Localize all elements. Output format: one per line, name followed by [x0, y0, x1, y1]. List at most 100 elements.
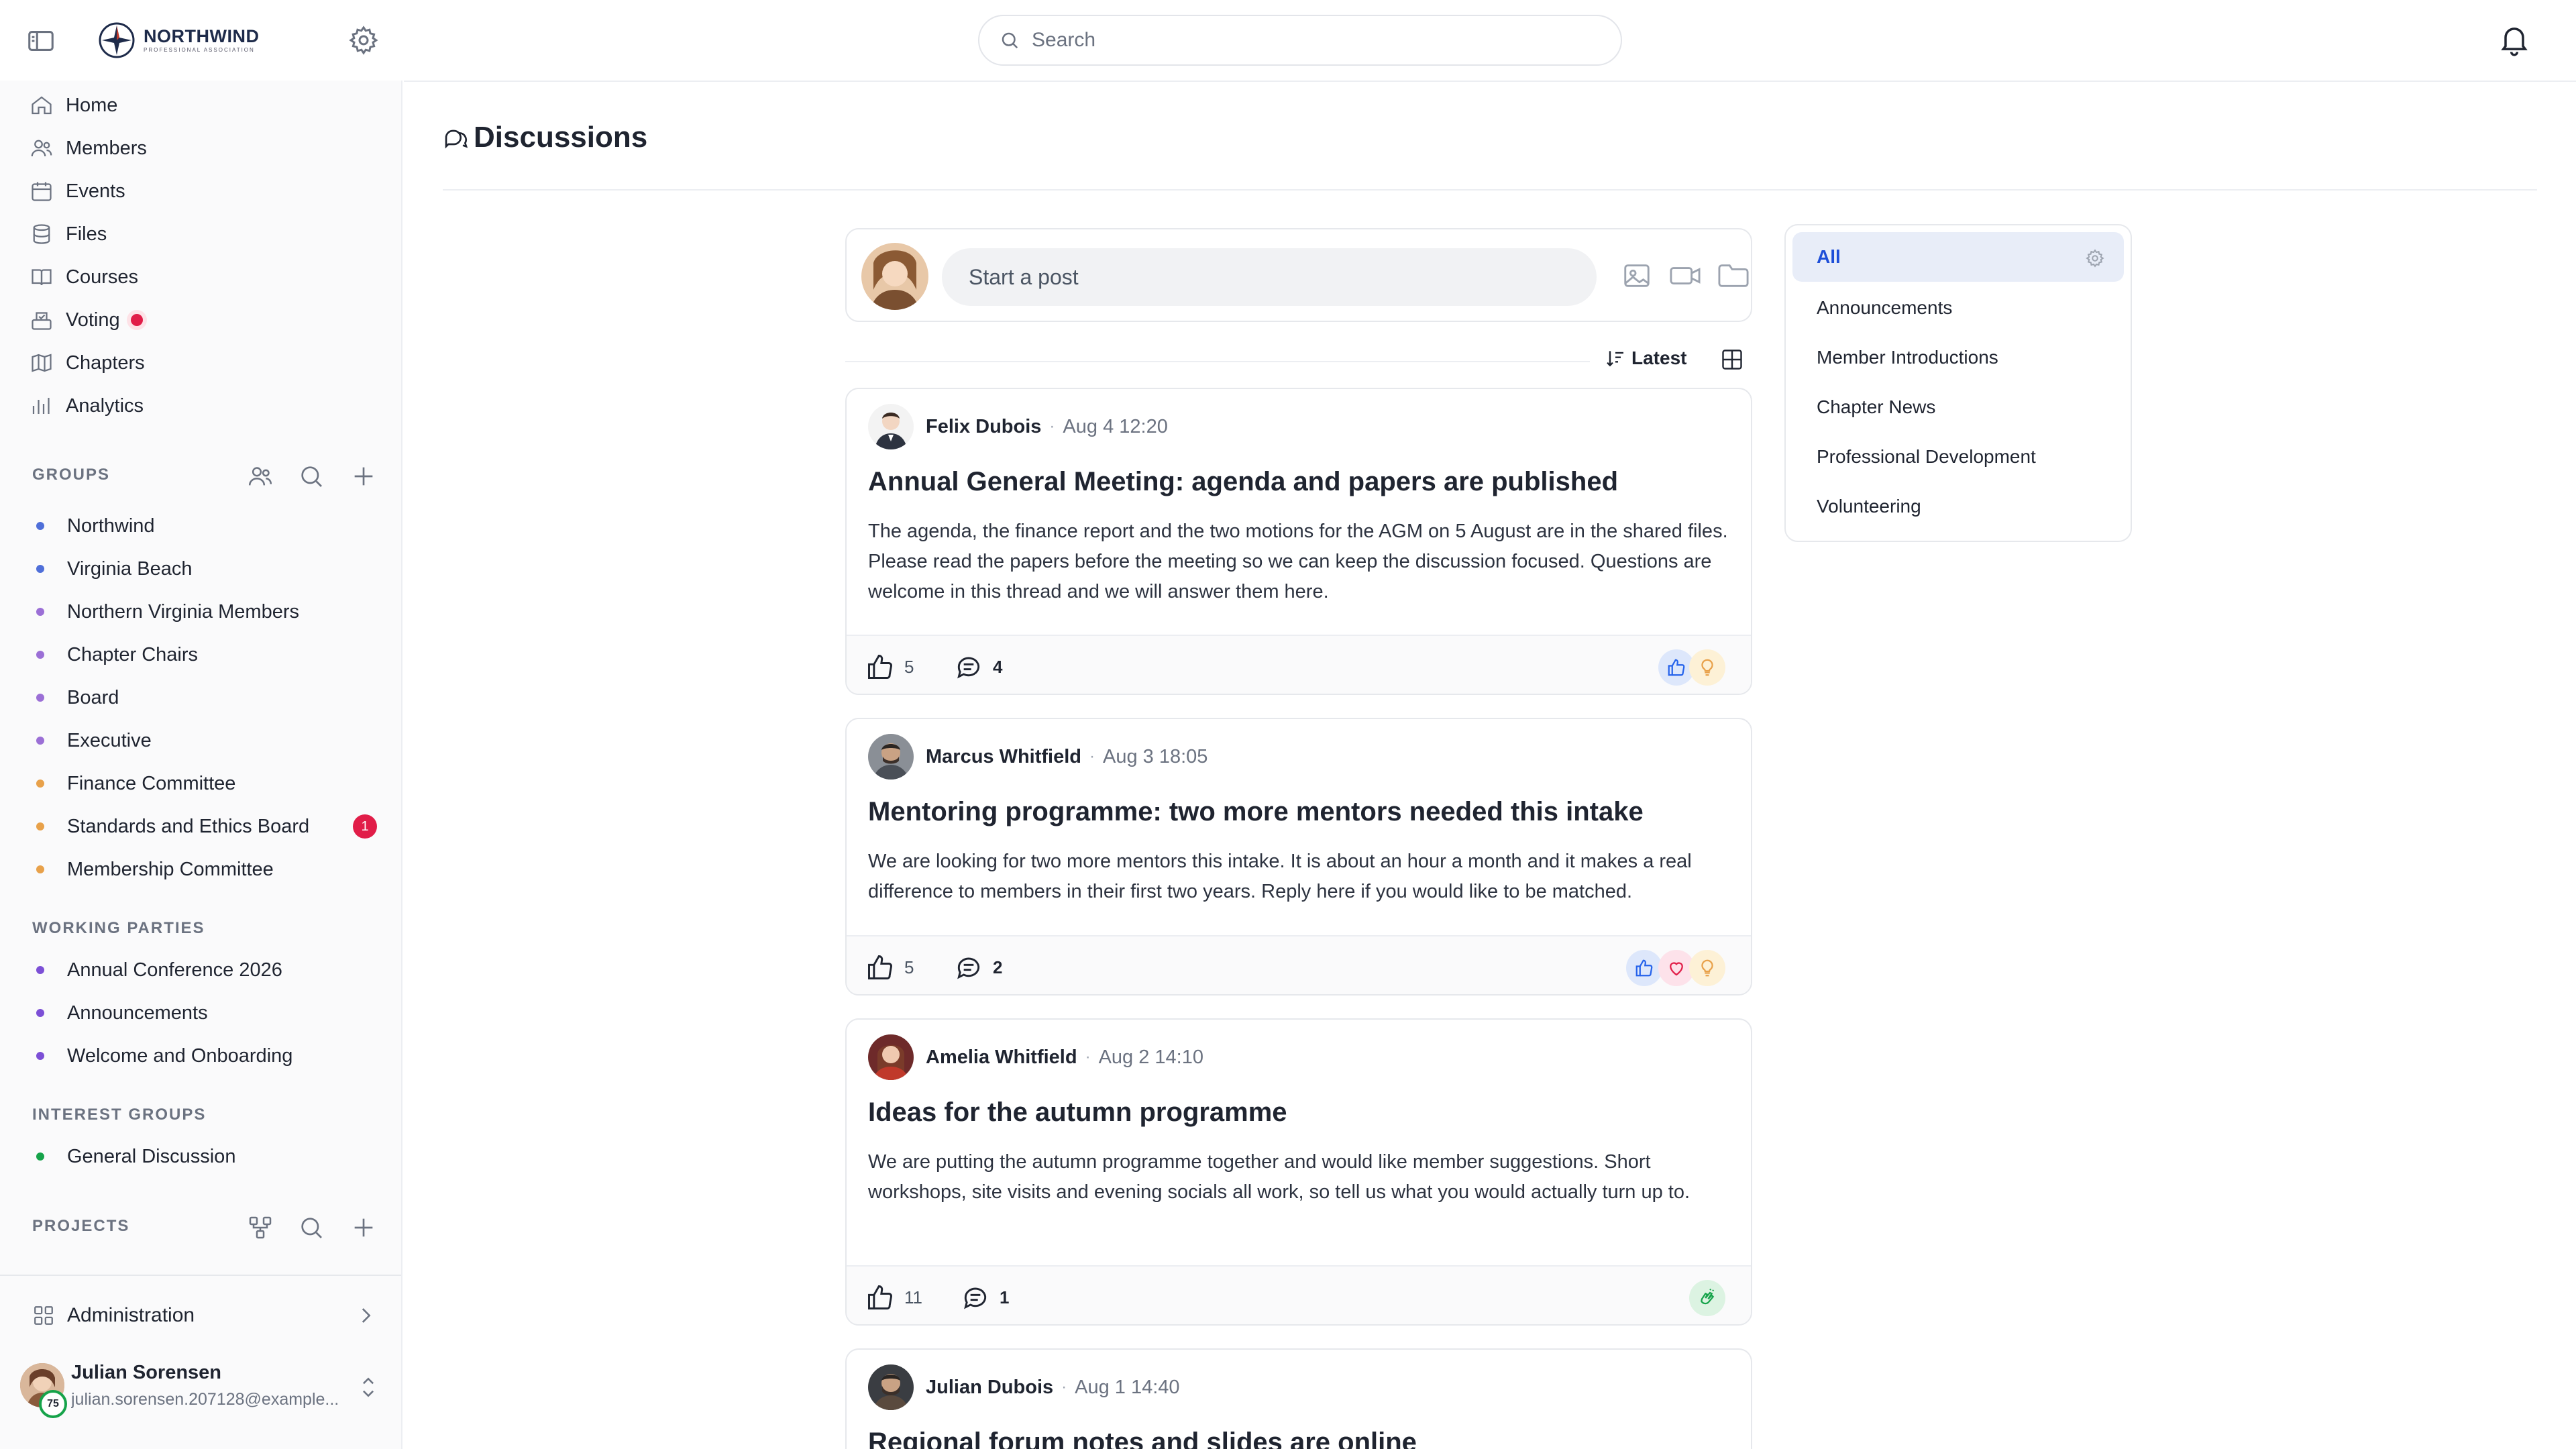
group-item[interactable]: Standards and Ethics Board [36, 812, 309, 841]
reaction-idea-icon[interactable] [1689, 950, 1725, 986]
post-time: Aug 2 14:10 [1098, 1046, 1203, 1068]
topic-member-introductions[interactable]: Member Introductions [1792, 333, 2124, 382]
author-avatar[interactable] [868, 734, 914, 780]
topic-chapter-news[interactable]: Chapter News [1792, 382, 2124, 432]
project-add-icon[interactable] [350, 1214, 377, 1241]
group-label: Membership Committee [67, 858, 274, 880]
working-party-item[interactable]: Annual Conference 2026 [36, 955, 282, 985]
calendar-icon [30, 179, 54, 203]
group-item[interactable]: Chapter Chairs [36, 640, 198, 669]
group-item[interactable]: Finance Committee [36, 769, 235, 798]
start-post-input[interactable]: Start a post [942, 248, 1597, 306]
working-party-item[interactable]: Announcements [36, 998, 208, 1028]
topic-all[interactable]: All [1792, 232, 2124, 282]
sidebar-item-home[interactable]: Home [30, 89, 117, 122]
post-card[interactable]: Julian Dubois · Aug 1 14:40 Regional for… [845, 1348, 1752, 1449]
page-title: Discussions [443, 121, 647, 154]
post-author[interactable]: Amelia Whitfield [926, 1046, 1077, 1069]
group-color-dot [36, 522, 44, 530]
top-bar: NORTHWIND PROFESSIONAL ASSOCIATION Searc… [0, 0, 2576, 80]
separator: · [1085, 1048, 1091, 1066]
sidebar-item-chapters[interactable]: Chapters [30, 346, 145, 380]
like-button[interactable]: 5 [865, 652, 914, 682]
like-button[interactable]: 11 [865, 1283, 922, 1312]
post-author[interactable]: Julian Dubois [926, 1377, 1053, 1399]
administration-link[interactable]: Administration [0, 1275, 401, 1355]
thumbs-up-icon [868, 655, 892, 679]
sidebar-item-analytics[interactable]: Analytics [30, 389, 144, 423]
group-item[interactable]: Executive [36, 726, 152, 755]
interest-group-item[interactable]: General Discussion [36, 1142, 235, 1171]
working-parties-heading: WORKING PARTIES [32, 919, 205, 937]
group-item[interactable]: Board [36, 683, 119, 712]
unread-count-badge: 1 [353, 814, 377, 839]
sidebar-item-files[interactable]: Files [30, 217, 107, 251]
post-title[interactable]: Mentoring programme: two more mentors ne… [868, 797, 1644, 827]
group-color-dot [36, 780, 44, 788]
topic-professional-development[interactable]: Professional Development [1792, 432, 2124, 482]
post-title[interactable]: Annual General Meeting: agenda and paper… [868, 467, 1618, 497]
post-author[interactable]: Felix Dubois [926, 416, 1041, 438]
sidebar-toggle-icon[interactable] [25, 25, 56, 56]
sort-dropdown[interactable]: Latest [1605, 347, 1686, 369]
sidebar-item-label: Courses [66, 266, 138, 288]
layout-grid-icon[interactable] [1720, 347, 1744, 372]
topic-volunteering[interactable]: Volunteering [1792, 482, 2124, 531]
group-label: General Discussion [67, 1145, 236, 1167]
author-avatar[interactable] [868, 1364, 914, 1410]
post-author[interactable]: Marcus Whitfield [926, 746, 1081, 768]
comment-button[interactable]: 1 [961, 1283, 1009, 1312]
topic-label: Volunteering [1817, 496, 1921, 517]
video-attach-icon[interactable] [1668, 260, 1701, 291]
brand-logo[interactable]: NORTHWIND PROFESSIONAL ASSOCIATION [98, 19, 266, 62]
post-card[interactable]: Marcus Whitfield · Aug 3 18:05 Mentoring… [845, 718, 1752, 996]
post-time: Aug 4 12:20 [1063, 415, 1168, 437]
group-color-dot [36, 565, 44, 573]
settings-gear-icon[interactable] [347, 24, 380, 56]
post-title[interactable]: Regional forum notes and slides are onli… [868, 1428, 1417, 1449]
post-card[interactable]: Amelia Whitfield · Aug 2 14:10 Ideas for… [845, 1018, 1752, 1326]
post-title[interactable]: Ideas for the autumn programme [868, 1097, 1287, 1128]
author-avatar[interactable] [868, 404, 914, 449]
project-search-icon[interactable] [298, 1214, 325, 1241]
group-item[interactable]: Northwind [36, 511, 155, 541]
user-email: julian.sorensen.207128@example.... [71, 1390, 339, 1409]
notifications-bell-icon[interactable] [2497, 20, 2532, 58]
group-item[interactable]: Northern Virginia Members [36, 597, 299, 627]
comment-button[interactable]: 2 [954, 953, 1002, 982]
chevron-updown-icon [357, 1374, 380, 1401]
sidebar-item-members[interactable]: Members [30, 131, 147, 165]
post-footer: 5 2 [847, 935, 1751, 994]
search-input[interactable]: Search [978, 15, 1622, 66]
group-members-icon[interactable] [247, 463, 274, 490]
folder-attach-icon[interactable] [1716, 260, 1750, 291]
sidebar-item-courses[interactable]: Courses [30, 260, 138, 294]
working-party-item[interactable]: Welcome and Onboarding [36, 1041, 292, 1071]
like-button[interactable]: 5 [865, 953, 914, 982]
project-hierarchy-icon[interactable] [247, 1214, 274, 1241]
post-time: Aug 3 18:05 [1103, 745, 1208, 767]
author-avatar[interactable] [868, 1034, 914, 1080]
sidebar-item-events[interactable]: Events [30, 174, 125, 208]
group-item[interactable]: Membership Committee [36, 855, 274, 884]
group-color-dot [36, 608, 44, 616]
group-item[interactable]: Virginia Beach [36, 554, 192, 584]
comment-button[interactable]: 4 [954, 652, 1002, 682]
reaction-idea-icon[interactable] [1689, 649, 1725, 686]
user-profile[interactable]: 75 Julian Sorensen julian.sorensen.20712… [0, 1355, 401, 1449]
image-attach-icon[interactable] [1621, 260, 1654, 291]
reaction-like-icon[interactable] [1626, 950, 1662, 986]
group-search-icon[interactable] [298, 463, 325, 490]
topic-announcements[interactable]: Announcements [1792, 283, 2124, 333]
like-count: 11 [904, 1287, 922, 1307]
sidebar-item-voting[interactable]: Voting [30, 303, 143, 337]
reaction-clap-icon[interactable] [1689, 1280, 1725, 1316]
group-label: Welcome and Onboarding [67, 1044, 293, 1067]
group-add-icon[interactable] [350, 463, 377, 490]
topic-settings-gear-icon[interactable] [2085, 248, 2105, 268]
administration-label: Administration [67, 1304, 195, 1326]
sidebar-item-label: Members [66, 137, 147, 159]
topic-label: All [1817, 246, 1841, 267]
post-body: We are looking for two more mentors this… [868, 851, 1692, 902]
post-card[interactable]: Felix Dubois · Aug 4 12:20 Annual Genera… [845, 388, 1752, 695]
